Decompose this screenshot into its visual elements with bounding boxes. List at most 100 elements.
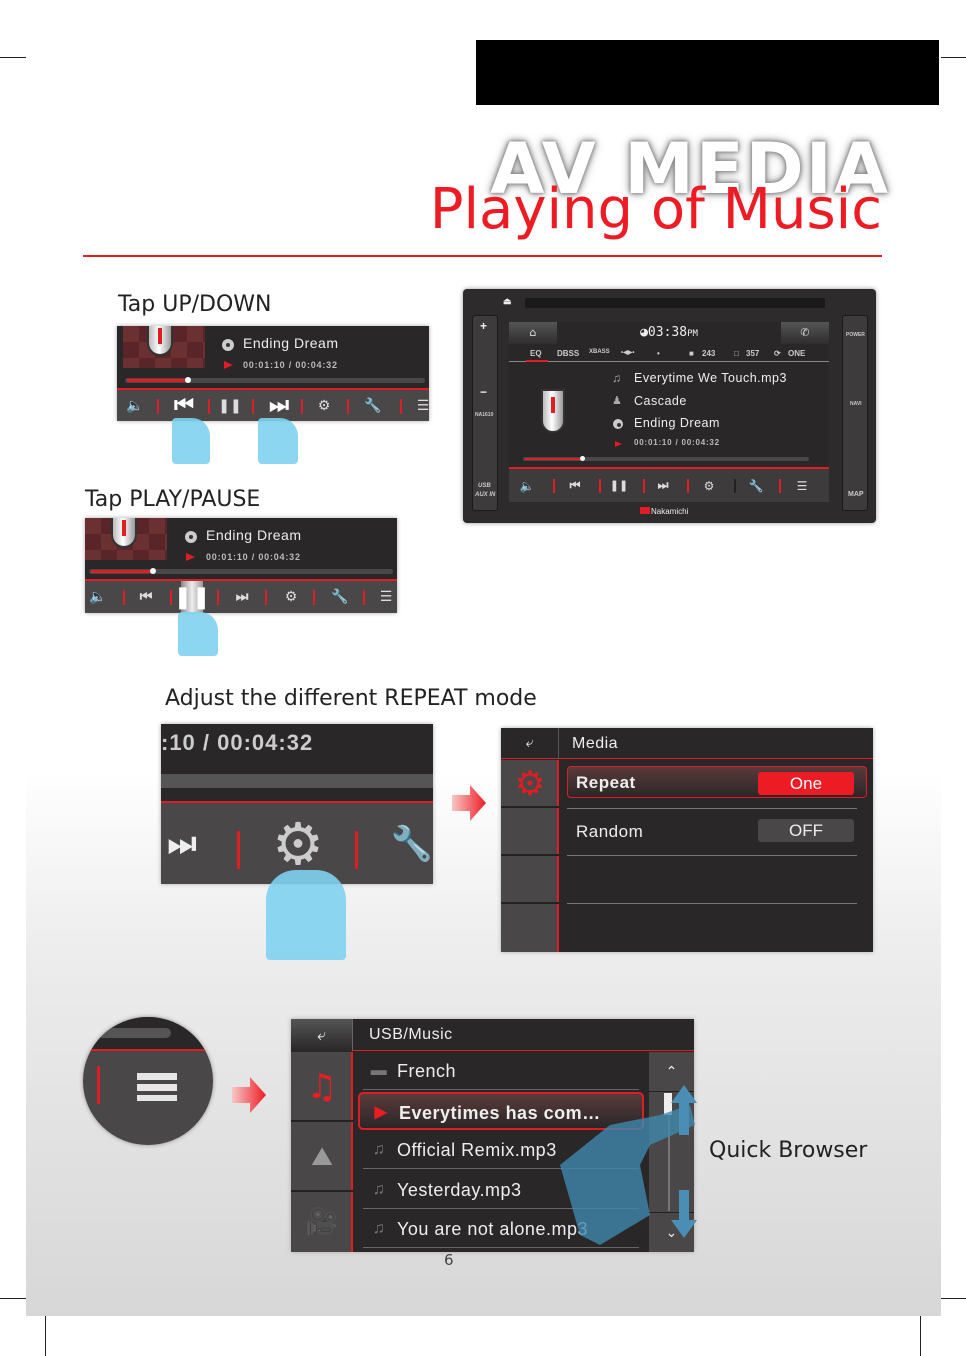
pause-button[interactable]: ❚❚ bbox=[174, 581, 210, 613]
next-button[interactable]: ⏭ bbox=[653, 469, 673, 502]
scroll-down-arrow-icon bbox=[671, 1190, 697, 1238]
right-panel bbox=[842, 315, 868, 511]
random-label: Random bbox=[576, 822, 644, 841]
navi-button[interactable]: NAVI bbox=[850, 401, 862, 407]
random-value[interactable]: OFF bbox=[758, 819, 854, 842]
previous-button[interactable]: ⏮ bbox=[167, 390, 201, 421]
disc-slot bbox=[525, 298, 825, 308]
volume-icon[interactable]: 🔈 bbox=[517, 469, 537, 502]
pause-button[interactable]: ❚❚ bbox=[609, 469, 629, 502]
settings-icon[interactable]: ⚙ bbox=[313, 390, 335, 421]
map-button[interactable]: MAP bbox=[848, 491, 864, 498]
wrench-icon[interactable]: 🔧 bbox=[361, 390, 385, 421]
progress-slider[interactable] bbox=[89, 568, 393, 574]
item-label: Yesterday.mp3 bbox=[397, 1179, 522, 1200]
previous-button[interactable]: ⏮ bbox=[565, 469, 585, 502]
artist-icon: ♟ bbox=[612, 395, 623, 407]
next-button[interactable]: ⏭ bbox=[262, 390, 296, 421]
light-button[interactable]: • bbox=[657, 349, 660, 358]
next-button[interactable]: ⏭ bbox=[229, 581, 255, 613]
magnifier-slider bbox=[97, 1028, 171, 1038]
settings-icon[interactable]: ⚙ bbox=[699, 469, 719, 502]
volume-down-button[interactable]: − bbox=[480, 385, 487, 399]
panel-title: Media bbox=[572, 735, 619, 752]
album-name: Ending Dream bbox=[206, 527, 302, 543]
repeat-label: Repeat bbox=[576, 773, 636, 792]
volume-icon[interactable]: 🔈 bbox=[123, 390, 147, 421]
previous-button[interactable]: ⏮ bbox=[133, 581, 159, 613]
separator bbox=[599, 479, 601, 493]
model-label: NA1610 bbox=[475, 412, 494, 418]
next-button[interactable]: ⏭ bbox=[161, 803, 203, 884]
screen-header: ⌂ ◕03:38PM ✆ bbox=[509, 322, 829, 344]
disc-icon bbox=[222, 339, 234, 351]
separator bbox=[400, 399, 402, 414]
progress-knob[interactable] bbox=[149, 568, 156, 574]
control-bar: 🔈 ⏮ ❚❚ ⏭ ⚙ 🔧 ☰ bbox=[117, 388, 429, 421]
usb-icon bbox=[111, 518, 137, 548]
tab-video[interactable]: 🎥 bbox=[291, 1192, 353, 1252]
separator bbox=[313, 590, 315, 605]
progress-knob[interactable] bbox=[185, 377, 191, 383]
eject-icon[interactable]: ⏏ bbox=[503, 296, 512, 307]
status-bar: EQ DBSS XBASS •◀▶• • ■ 243 □ 357 ⟳ ONE bbox=[509, 345, 829, 362]
tab-photo[interactable]: ⛰ bbox=[291, 1122, 353, 1192]
separator bbox=[265, 590, 267, 605]
home-button[interactable]: ⌂ bbox=[509, 322, 557, 344]
volume-up-button[interactable]: + bbox=[480, 319, 487, 333]
power-button[interactable]: POWER bbox=[846, 332, 865, 338]
pause-button[interactable]: ❚❚ bbox=[217, 390, 243, 421]
player-strip-up-down: Ending Dream 00:01:10 / 00:04:32 🔈 ⏮ ❚❚ … bbox=[117, 326, 429, 421]
head-unit-screen: ⌂ ◕03:38PM ✆ EQ DBSS XBASS •◀▶• • ■ 243 … bbox=[509, 322, 829, 502]
music-note-icon: ♫ bbox=[372, 1180, 386, 1198]
file-icon: □ bbox=[734, 349, 739, 358]
header-bar bbox=[476, 40, 939, 105]
separator bbox=[208, 399, 210, 414]
progress-knob[interactable] bbox=[580, 456, 586, 461]
separator bbox=[217, 590, 219, 605]
eq-button[interactable]: EQ bbox=[530, 349, 542, 358]
progress-slider[interactable] bbox=[125, 377, 425, 383]
balance-button[interactable]: •◀▶• bbox=[621, 349, 634, 356]
list-icon[interactable]: ☰ bbox=[413, 390, 429, 421]
xbass-button[interactable]: XBASS bbox=[589, 349, 610, 355]
clock-time: 03:38 bbox=[647, 325, 688, 340]
sidebar-item-settings[interactable]: ⚙ bbox=[501, 760, 559, 808]
clock-ampm: PM bbox=[687, 329, 698, 339]
crop-mark bbox=[941, 1298, 966, 1299]
brand-logo: Nakamichi bbox=[640, 507, 688, 516]
phone-button[interactable]: ✆ bbox=[781, 322, 829, 344]
sidebar-item[interactable] bbox=[501, 808, 559, 856]
music-note-icon: ♫ bbox=[612, 371, 622, 385]
tab-music[interactable]: ♫ bbox=[291, 1052, 353, 1122]
wrench-icon[interactable]: 🔧 bbox=[391, 803, 433, 884]
sidebar-item[interactable] bbox=[501, 856, 559, 904]
volume-icon[interactable]: 🔈 bbox=[87, 581, 109, 613]
dbss-button[interactable]: DBSS bbox=[557, 349, 579, 358]
list-button-magnifier bbox=[83, 1017, 213, 1145]
control-bar: 🔈 ⏮ ❚❚ ⏭ ⚙ 🔧 ☰ bbox=[85, 579, 397, 613]
list-icon[interactable]: ☰ bbox=[791, 469, 813, 502]
back-button[interactable]: ⤶ bbox=[291, 1019, 353, 1051]
settings-icon[interactable]: ⚙ bbox=[280, 581, 302, 613]
back-button[interactable]: ⤶ bbox=[501, 728, 559, 759]
wrench-icon[interactable]: 🔧 bbox=[745, 469, 767, 502]
quick-browser-label: Quick Browser bbox=[709, 1138, 868, 1163]
divider bbox=[567, 855, 857, 856]
list-icon[interactable] bbox=[137, 1073, 177, 1101]
wrench-icon[interactable]: 🔧 bbox=[329, 581, 351, 613]
play-indicator-icon bbox=[224, 361, 233, 369]
list-icon[interactable]: ☰ bbox=[377, 581, 395, 613]
control-bar: 🔈 ⏮ ❚❚ ⏭ ⚙ 🔧 ☰ bbox=[509, 467, 829, 502]
page-number: 6 bbox=[444, 1251, 454, 1269]
file-count: 357 bbox=[746, 349, 760, 358]
progress-slider[interactable] bbox=[523, 456, 809, 461]
track-time: 00:01:10 / 00:04:32 bbox=[206, 552, 301, 562]
repeat-value[interactable]: One bbox=[758, 772, 854, 795]
arrow-right-icon bbox=[452, 785, 486, 821]
progress-fill bbox=[127, 379, 187, 382]
disc-icon bbox=[185, 531, 197, 543]
progress-track-zoomed[interactable] bbox=[161, 774, 433, 788]
player-strip-play-pause: Ending Dream 00:01:10 / 00:04:32 🔈 ⏮ ❚❚ … bbox=[85, 518, 397, 613]
step-play-pause-label: Tap PLAY/PAUSE bbox=[85, 487, 261, 512]
